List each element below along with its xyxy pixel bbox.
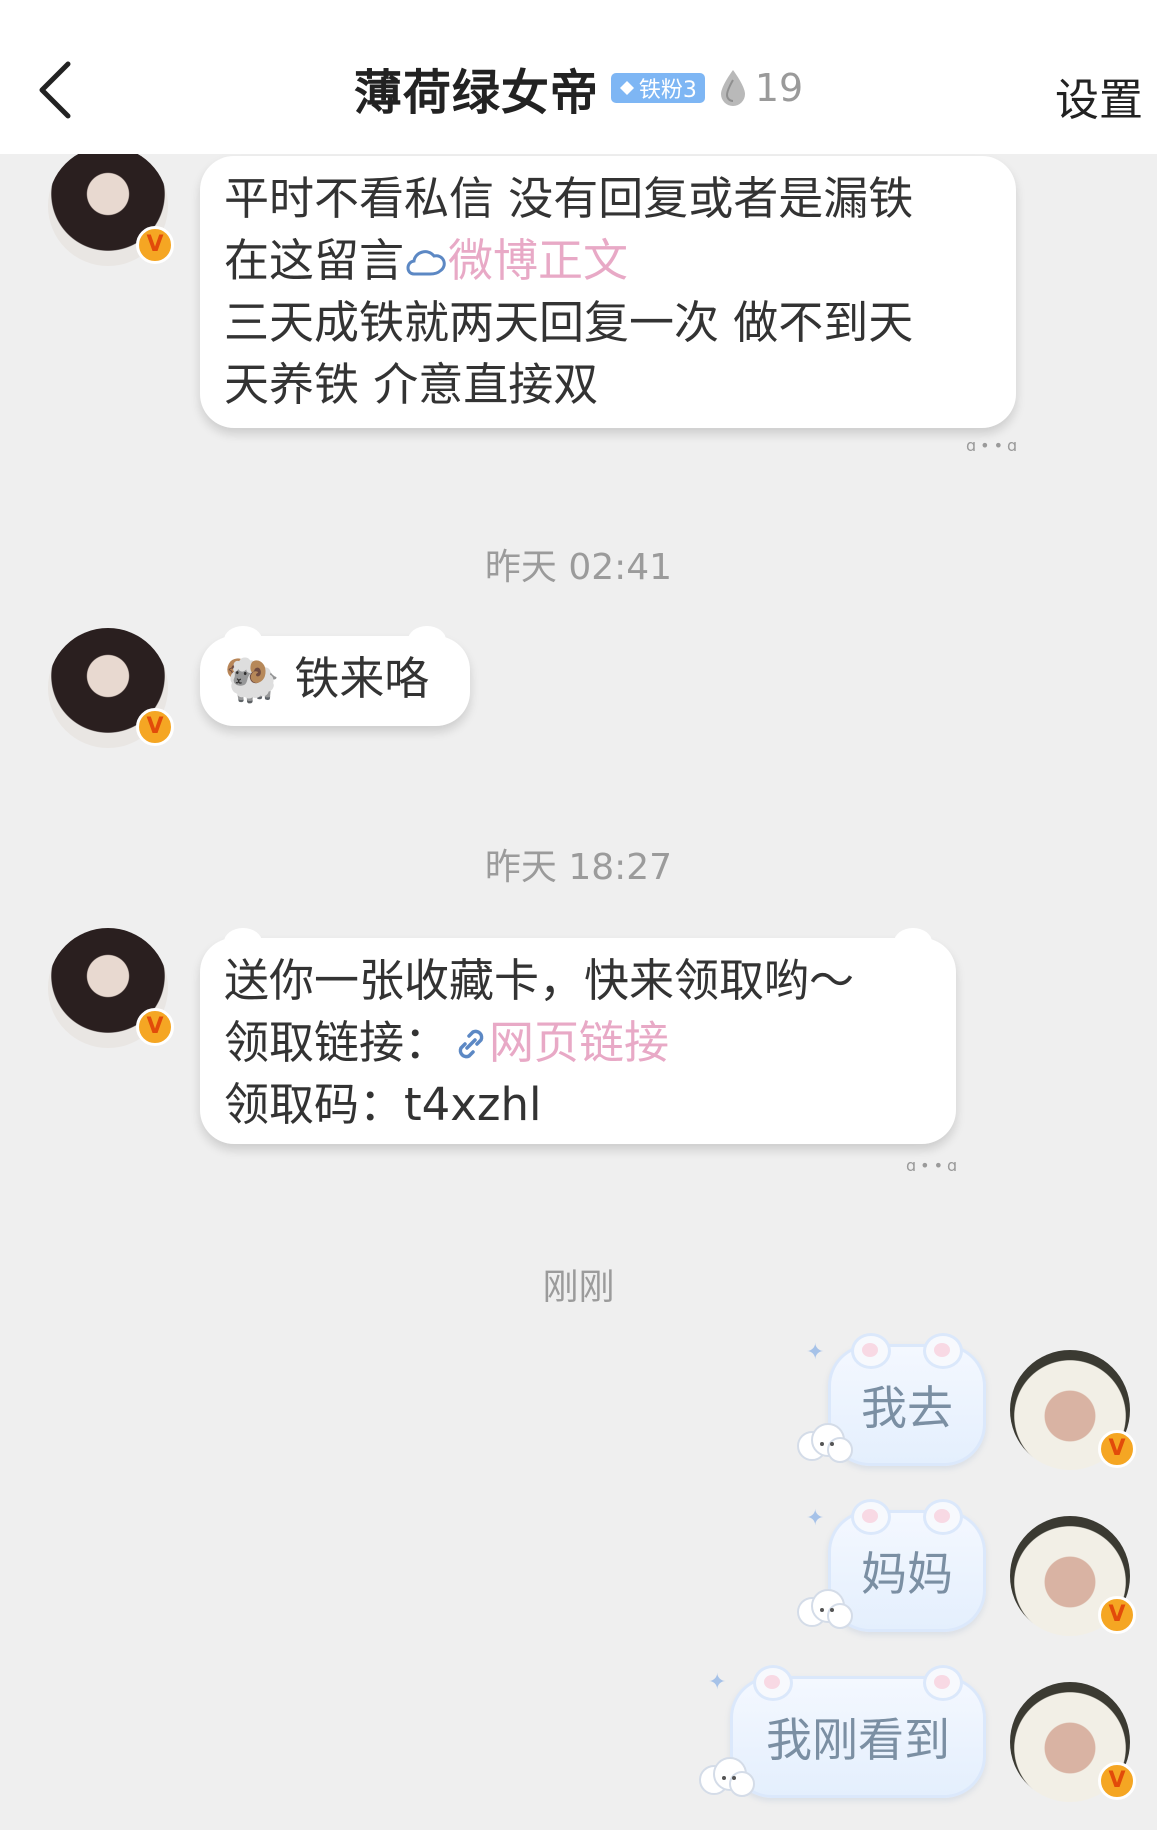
bubble-ear xyxy=(224,626,262,654)
weibo-logo-icon xyxy=(406,250,446,276)
verified-v-icon: V xyxy=(1098,1430,1136,1468)
verified-v-icon: V xyxy=(136,226,174,264)
cloud-sheep-decoration-icon xyxy=(797,1589,853,1629)
sheep-emoji: 🐏 xyxy=(224,652,281,705)
message-bubble[interactable]: 平时不看私信 没有回复或者是漏铁 在这留言 微博正文 三天成铁就两天回复一次 做不… xyxy=(200,156,1016,428)
link-icon xyxy=(458,1029,484,1059)
chat-header: 薄荷绿女帝 铁粉3 19 设置 xyxy=(0,0,1157,154)
verified-v-icon: V xyxy=(1098,1596,1136,1634)
message-text-line: 在这留言 微博正文 xyxy=(224,230,992,292)
my-avatar[interactable]: V xyxy=(1010,1350,1136,1470)
cloud-sheep-decoration-icon xyxy=(797,1423,853,1463)
message-text-line: 平时不看私信 没有回复或者是漏铁 xyxy=(224,172,914,225)
message-text: 领取链接： xyxy=(224,1016,450,1069)
bubble-ear xyxy=(894,928,932,956)
message-text: 在这留言 xyxy=(224,234,405,287)
my-avatar[interactable]: V xyxy=(1010,1516,1136,1636)
sparkle-icon: ✦ xyxy=(806,1506,825,1531)
message-text: 我刚看到 xyxy=(766,1713,950,1767)
fan-badge-label: 铁粉3 xyxy=(638,78,697,103)
message-text-line: 送你一张收藏卡，快来领取哟～ xyxy=(224,954,855,1007)
message-bubble[interactable]: 🐏 铁来咯 xyxy=(200,626,470,726)
diamond-icon xyxy=(619,81,634,95)
my-avatar[interactable]: V xyxy=(1010,1682,1136,1802)
message-text: 妈妈 xyxy=(861,1547,953,1601)
page-title: 薄荷绿女帝 xyxy=(353,65,599,121)
message-more-icon[interactable]: ɑ••ɑ xyxy=(906,1156,961,1175)
drop-icon xyxy=(720,70,745,106)
timestamp: 刚刚 xyxy=(542,1267,615,1308)
verified-v-icon: V xyxy=(1098,1762,1136,1800)
intimacy-indicator: 19 xyxy=(717,66,803,110)
intimacy-count: 19 xyxy=(754,66,804,110)
bear-ear-decoration xyxy=(851,1333,891,1369)
message-text-line: 天养铁 介意直接双 xyxy=(224,358,599,411)
message-text: 铁来咯 xyxy=(294,652,430,705)
weibo-post-link[interactable]: 微博正文 xyxy=(448,234,628,287)
message-text: 我去 xyxy=(861,1381,953,1435)
sender-avatar[interactable]: V xyxy=(48,628,174,748)
my-message-bubble[interactable]: 我刚看到 xyxy=(730,1665,986,1798)
bear-ear-decoration xyxy=(753,1665,793,1701)
timestamp: 昨天 18:27 xyxy=(484,847,673,888)
bubble-ear xyxy=(224,928,262,956)
bear-ear-decoration xyxy=(923,1665,963,1701)
cloud-sheep-decoration-icon xyxy=(699,1757,755,1797)
sender-avatar[interactable]: V xyxy=(48,146,174,266)
timestamp: 昨天 02:41 xyxy=(484,547,673,588)
verified-v-icon: V xyxy=(136,708,174,746)
message-text-line: 领取码：t4xzhl xyxy=(224,1078,542,1131)
message-text-line: 三天成铁就两天回复一次 做不到天 xyxy=(224,296,914,349)
bear-ear-decoration xyxy=(851,1499,891,1535)
title-area: 薄荷绿女帝 铁粉3 19 xyxy=(0,58,1157,121)
bear-ear-decoration xyxy=(923,1499,963,1535)
settings-button[interactable]: 设置 xyxy=(1055,64,1143,128)
message-text-line: 领取链接： 网页链接 xyxy=(224,1012,932,1074)
sparkle-icon: ✦ xyxy=(708,1670,727,1695)
verified-v-icon: V xyxy=(136,1008,174,1046)
web-page-link[interactable]: 网页链接 xyxy=(489,1016,669,1069)
message-more-icon[interactable]: ɑ••ɑ xyxy=(966,436,1021,455)
bear-ear-decoration xyxy=(923,1333,963,1369)
fan-level-badge: 铁粉3 xyxy=(610,73,705,103)
message-bubble[interactable]: 送你一张收藏卡，快来领取哟～ 领取链接： 网页链接 领取码：t4xzhl xyxy=(200,928,956,1144)
bubble-ear xyxy=(408,626,446,654)
sender-avatar[interactable]: V xyxy=(48,928,174,1048)
sparkle-icon: ✦ xyxy=(806,1340,825,1365)
